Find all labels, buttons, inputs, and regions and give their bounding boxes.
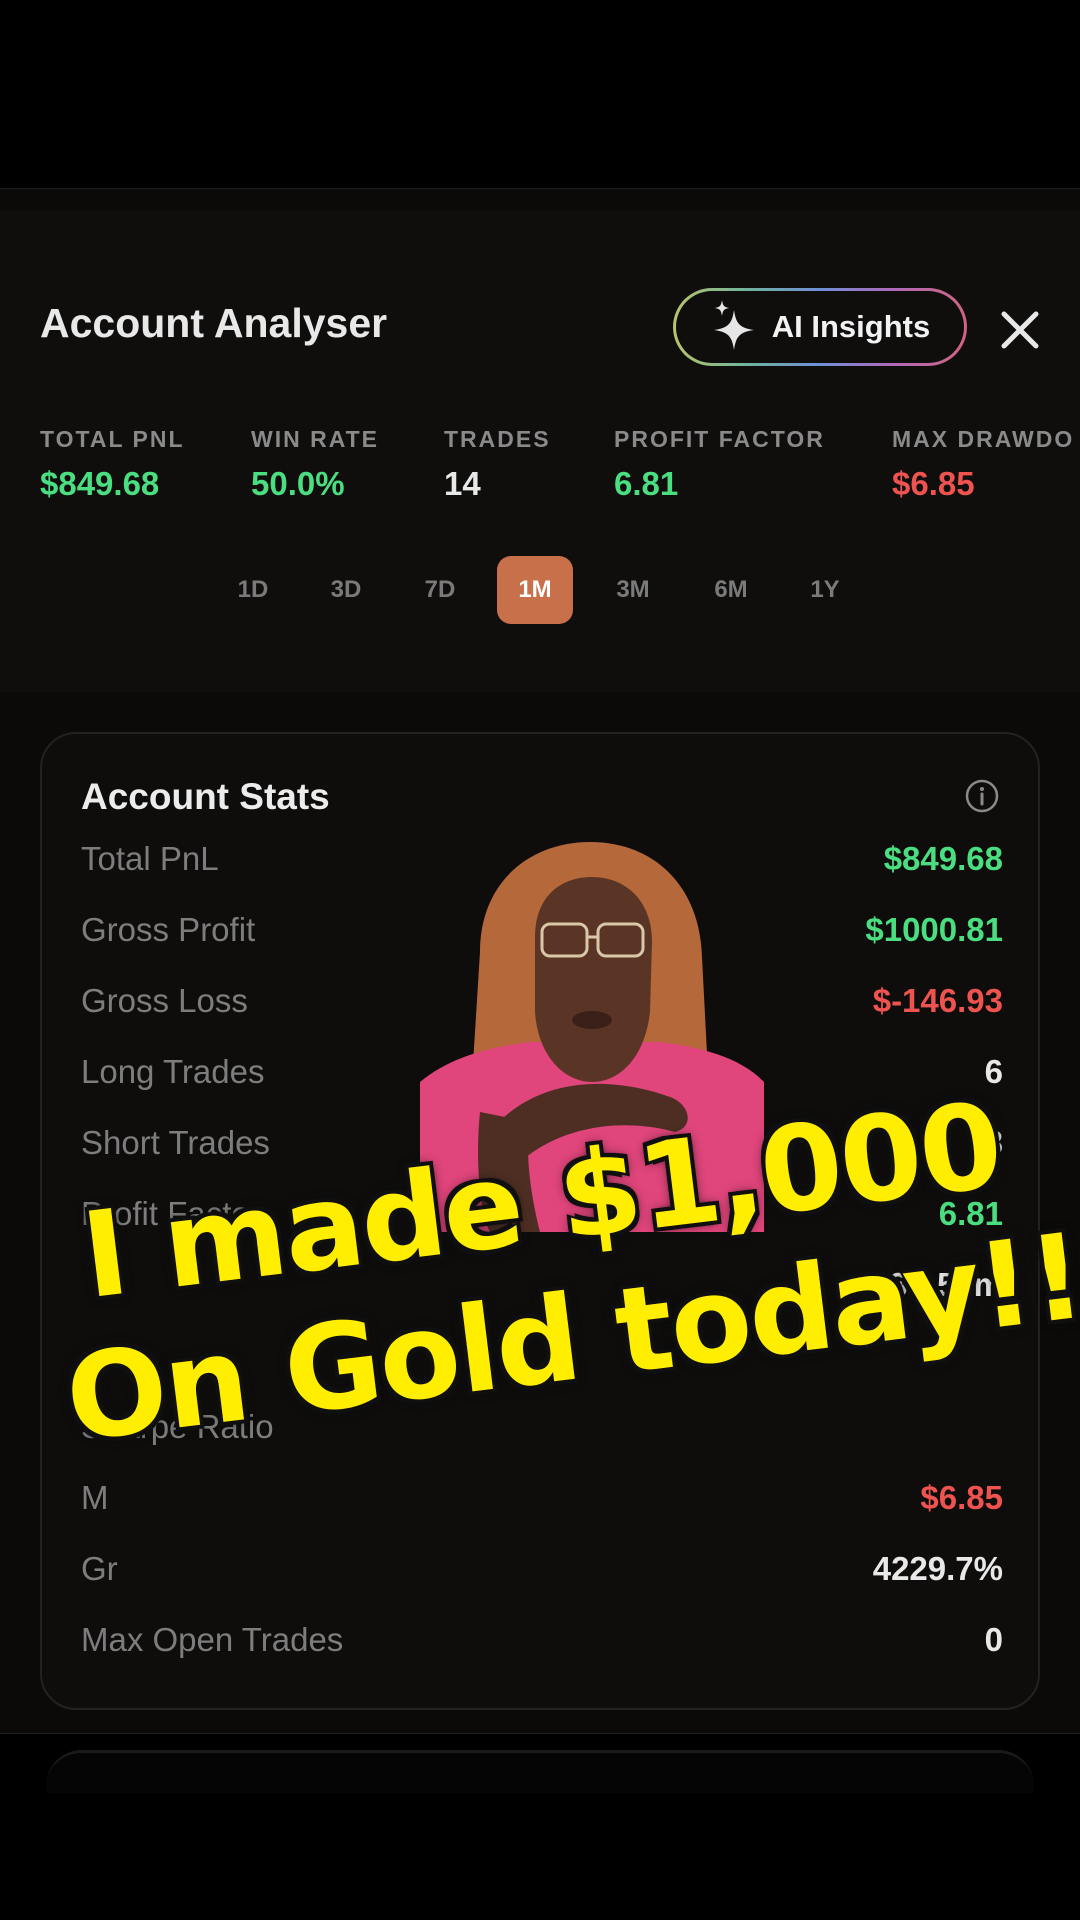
stat-value: 4229.7% xyxy=(872,1550,1003,1587)
stat-label: M xyxy=(81,1479,109,1516)
metric-label: PROFIT FACTOR xyxy=(614,426,825,452)
metric-label: TOTAL PNL xyxy=(40,426,185,452)
close-button[interactable] xyxy=(990,300,1050,360)
ai-insights-label: AI Insights xyxy=(771,309,931,344)
stat-label: Gr xyxy=(81,1550,118,1587)
metric-label: TRADES xyxy=(444,426,551,452)
metric-profit-factor: PROFIT FACTOR 6.81 xyxy=(614,426,825,503)
stat-row-growth: Gr 4229.7% xyxy=(81,1540,1003,1600)
metric-max-drawdown: MAX DRAWDO $6.85 xyxy=(892,426,1074,503)
stat-label: Short Trades xyxy=(81,1124,270,1161)
time-range-selector: 1D 3D 7D 1M 3M 6M 1Y xyxy=(0,556,1080,624)
stat-label: Gross Loss xyxy=(81,982,248,1019)
metric-value: $6.85 xyxy=(892,465,975,502)
range-1d[interactable]: 1D xyxy=(215,556,291,624)
metric-value: 14 xyxy=(444,465,481,502)
metric-value: 6.81 xyxy=(614,465,679,502)
sparkle-icon xyxy=(710,298,760,357)
stat-row-max-drawdown: M $6.85 xyxy=(81,1469,1003,1529)
metric-label: MAX DRAWDO xyxy=(892,426,1075,452)
metric-win-rate: WIN RATE 50.0% xyxy=(251,426,379,503)
stat-value: $-146.93 xyxy=(872,982,1003,1019)
metric-value: $849.68 xyxy=(40,465,160,502)
metric-label: WIN RATE xyxy=(251,426,380,452)
info-icon[interactable] xyxy=(964,778,1000,814)
account-stats-title: Account Stats xyxy=(81,776,330,817)
range-1m[interactable]: 1M xyxy=(497,556,573,624)
range-7d[interactable]: 7D xyxy=(402,556,478,624)
stat-value: 0 xyxy=(984,1621,1003,1658)
next-card-edge xyxy=(46,1750,1034,1793)
stat-row-max-open-trades: Max Open Trades 0 xyxy=(81,1611,1003,1671)
range-3d[interactable]: 3D xyxy=(308,556,384,624)
stat-value: $1000.81 xyxy=(865,911,1003,948)
range-3m[interactable]: 3M xyxy=(595,556,671,624)
stat-value: $849.68 xyxy=(883,840,1003,877)
stat-label: Total PnL xyxy=(81,840,219,877)
range-6m[interactable]: 6M xyxy=(693,556,769,624)
stat-label: Gross Profit xyxy=(81,911,256,948)
stat-label: Long Trades xyxy=(81,1053,265,1090)
stat-label: Max Open Trades xyxy=(81,1621,344,1658)
metric-trades: TRADES 14 xyxy=(444,426,551,503)
summary-metrics: TOTAL PNL $849.68 WIN RATE 50.0% TRADES … xyxy=(0,426,1080,506)
metric-total-pnl: TOTAL PNL $849.68 xyxy=(40,426,185,503)
stat-value: $6.85 xyxy=(920,1479,1003,1516)
ai-insights-button[interactable]: AI Insights xyxy=(673,288,967,366)
metric-value: 50.0% xyxy=(251,465,345,502)
page-title: Account Analyser xyxy=(40,300,388,346)
range-1y[interactable]: 1Y xyxy=(787,556,863,624)
close-icon xyxy=(1001,311,1039,349)
